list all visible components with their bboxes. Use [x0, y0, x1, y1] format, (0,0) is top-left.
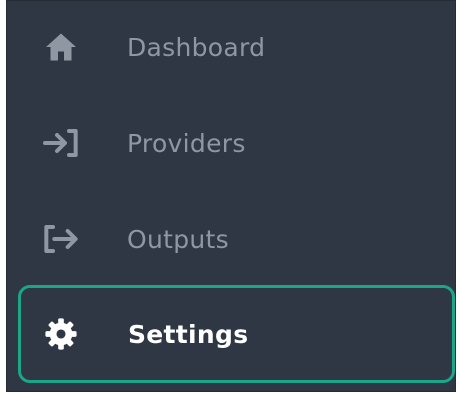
home-icon	[41, 27, 81, 67]
sidebar-nav: Dashboard Providers Outputs Settings	[6, 0, 456, 392]
sidebar-item-label: Dashboard	[127, 32, 266, 62]
sidebar-item-providers[interactable]: Providers	[7, 103, 455, 183]
sidebar-item-dashboard[interactable]: Dashboard	[7, 7, 455, 87]
logout-arrow-icon	[41, 219, 81, 259]
gear-icon	[41, 314, 81, 354]
login-arrow-icon	[41, 123, 81, 163]
sidebar-item-outputs[interactable]: Outputs	[7, 199, 455, 279]
sidebar-item-settings[interactable]: Settings	[18, 285, 455, 383]
sidebar-item-label: Providers	[127, 128, 246, 158]
sidebar-item-label: Outputs	[127, 224, 229, 254]
sidebar-item-label: Settings	[128, 319, 249, 349]
